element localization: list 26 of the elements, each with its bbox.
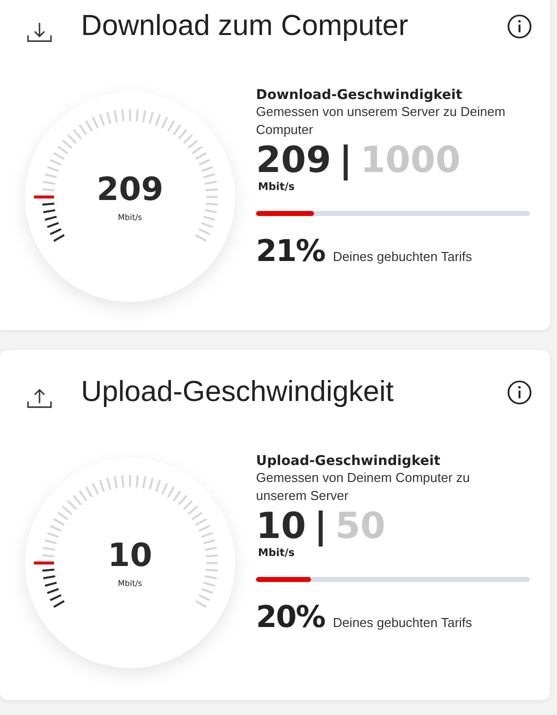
speed-description: Gemessen von unserem Server zu Deinem Computer: [256, 103, 506, 139]
info-icon[interactable]: [507, 14, 532, 38]
gauge-needle: [34, 196, 54, 198]
measured-speed: 209: [256, 143, 332, 179]
measured-speed: 10: [256, 509, 306, 545]
info-icon[interactable]: [507, 380, 532, 404]
speed-heading: Download-Geschwindigkeit: [256, 87, 464, 103]
card-title: Download zum Computer: [81, 10, 410, 42]
speed-heading: Upload-Geschwindigkeit: [256, 453, 442, 469]
gauge-needle: [34, 562, 54, 564]
percent-value: 21%: [256, 234, 325, 269]
speed-description: Gemessen von Deinem Computer zu unserem Server: [256, 469, 471, 505]
gauge-unit: Mbit/s: [118, 578, 142, 588]
speed-unit: Mbit/s: [258, 547, 296, 559]
card-title: Upload-Geschwindigkeit: [81, 376, 395, 408]
gauge-unit: Mbit/s: [118, 212, 142, 222]
percent-label: Deines gebuchten Tarifs: [332, 615, 472, 630]
separator: |: [314, 509, 328, 545]
speed-unit: Mbit/s: [258, 181, 296, 193]
percent-value: 20%: [256, 600, 325, 635]
download-icon: [26, 20, 53, 44]
separator: |: [339, 143, 352, 179]
percent-label: Deines gebuchten Tarifs: [332, 249, 472, 264]
gauge-value: 10: [108, 538, 152, 570]
upload-icon: [26, 386, 53, 410]
gauge-value: 209: [96, 172, 164, 204]
